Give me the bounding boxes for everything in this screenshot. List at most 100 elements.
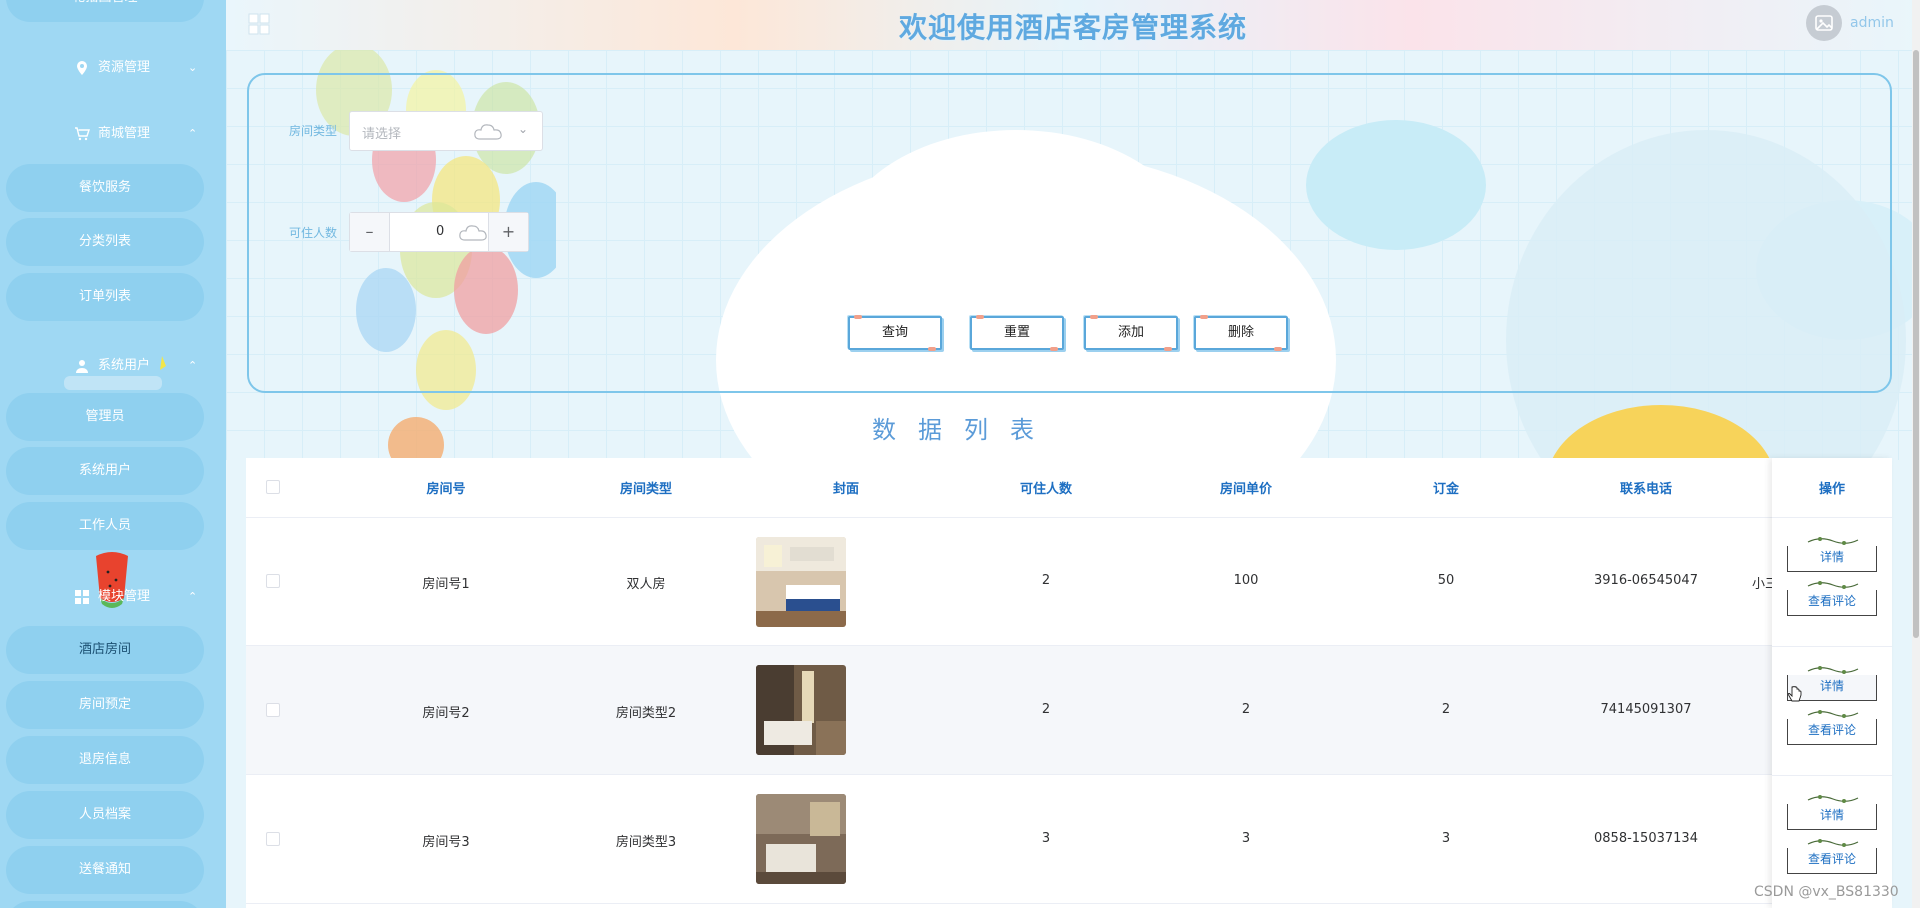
capacity-value[interactable]: 0 bbox=[436, 224, 444, 239]
column-header: 封面 bbox=[832, 482, 859, 497]
page-scrollbar[interactable] bbox=[1912, 0, 1920, 908]
sidebar-item-personnel-files[interactable]: 人员档案 bbox=[6, 791, 204, 839]
capacity-stepper[interactable]: – 0 + bbox=[349, 212, 529, 252]
list-title: 数据列表 bbox=[872, 416, 1056, 444]
sidebar-group-label: 商城管理 bbox=[98, 126, 151, 141]
detail-label: 详情 bbox=[1819, 808, 1844, 822]
cell-price: 2 bbox=[1241, 702, 1251, 717]
chevron-up-icon: ⌃ bbox=[188, 359, 198, 372]
cell-room-type: 房间类型3 bbox=[615, 835, 677, 850]
row-divider bbox=[1772, 646, 1892, 647]
sidebar-group-mall[interactable]: 商城管理 ⌃ bbox=[0, 114, 226, 154]
sidebar-item-order-list[interactable]: 订单列表 bbox=[6, 273, 204, 321]
sidebar-group-module[interactable]: 模块管理 ⌃ bbox=[0, 577, 226, 617]
cell-room-no: 房间号1 bbox=[422, 577, 470, 592]
sidebar-group-label: 资源管理 bbox=[98, 60, 151, 75]
watermark: CSDN @vx_BS81330 bbox=[1754, 884, 1899, 900]
column-header[interactable]: 房间号 bbox=[366, 478, 526, 497]
cell-deposit: 50 bbox=[1437, 573, 1455, 588]
location-pin-icon bbox=[77, 61, 87, 75]
sidebar-item-carousel[interactable]: 轮播图管理 bbox=[6, 0, 204, 22]
view-reviews-button[interactable]: 查看评论 bbox=[1787, 710, 1877, 745]
delete-button[interactable]: 删除 bbox=[1194, 315, 1288, 351]
view-reviews-button[interactable]: 查看评论 bbox=[1787, 581, 1877, 616]
vine-decoration-icon bbox=[1807, 839, 1859, 847]
cell-room-type: 房间类型2 bbox=[615, 706, 677, 721]
sidebar: 轮播图管理 资源管理 ⌄ 商城管理 ⌃ 餐饮服务 分类列表 订单列表 系统用户 … bbox=[0, 0, 226, 908]
sidebar-item-room-booking[interactable]: 房间预定 bbox=[6, 681, 204, 729]
reset-button[interactable]: 重置 bbox=[970, 315, 1064, 351]
cloud-icon bbox=[474, 124, 502, 140]
sidebar-item-admin[interactable]: 管理员 bbox=[6, 393, 204, 441]
chevron-down-icon: ⌄ bbox=[518, 122, 529, 136]
cell-deposit: 2 bbox=[1441, 702, 1451, 717]
select-all-checkbox[interactable] bbox=[266, 480, 280, 494]
increment-button[interactable]: + bbox=[488, 213, 528, 251]
view-reviews-label: 查看评论 bbox=[1807, 723, 1856, 737]
vine-decoration-icon bbox=[1807, 710, 1859, 718]
hand-cursor-icon bbox=[1788, 686, 1802, 702]
sidebar-item-checkout-info[interactable]: 退房信息 bbox=[6, 736, 204, 784]
chevron-down-icon: ⌄ bbox=[188, 61, 198, 74]
capacity-label: 可住人数 bbox=[289, 226, 338, 240]
decrement-button[interactable]: – bbox=[350, 213, 390, 251]
sidebar-item-more[interactable] bbox=[6, 901, 204, 908]
room-photo bbox=[756, 794, 846, 884]
view-reviews-label: 查看评论 bbox=[1807, 594, 1856, 608]
column-header[interactable]: 房间单价 bbox=[1166, 478, 1326, 497]
row-checkbox[interactable] bbox=[266, 832, 280, 846]
view-reviews-button[interactable]: 查看评论 bbox=[1787, 839, 1877, 874]
room-cover-image[interactable] bbox=[756, 665, 846, 755]
operations-column: 操作 详情 查看评论 详情 查看评论 详情 查看评论 bbox=[1772, 458, 1892, 908]
scrollbar-thumb[interactable] bbox=[1913, 50, 1919, 638]
room-photo bbox=[756, 665, 846, 755]
cell-phone: 0858-15037134 bbox=[1594, 831, 1698, 846]
chevron-up-icon: ⌃ bbox=[188, 590, 198, 603]
sidebar-item-staff[interactable]: 工作人员 bbox=[6, 502, 204, 550]
row-checkbox[interactable] bbox=[266, 703, 280, 717]
sidebar-item-delivery-notice[interactable]: 送餐通知 bbox=[6, 846, 204, 894]
cloud-icon bbox=[459, 225, 487, 241]
room-cover-image[interactable] bbox=[756, 537, 846, 627]
sidebar-item-system-user[interactable]: 系统用户 bbox=[6, 447, 204, 495]
avatar[interactable] bbox=[1806, 5, 1842, 41]
room-type-select[interactable]: 请选择 ⌄ bbox=[349, 111, 543, 151]
row-divider bbox=[1772, 775, 1892, 776]
detail-button[interactable]: 详情 bbox=[1787, 537, 1877, 572]
username[interactable]: admin bbox=[1850, 15, 1894, 31]
column-header[interactable]: 房间类型 bbox=[566, 478, 726, 497]
grid-icon bbox=[75, 590, 89, 604]
sidebar-group-resource[interactable]: 资源管理 ⌄ bbox=[0, 48, 226, 88]
sidebar-item-category-list[interactable]: 分类列表 bbox=[6, 218, 204, 266]
column-header[interactable]: 联系电话 bbox=[1566, 478, 1726, 497]
cell-room-no: 房间号3 bbox=[422, 835, 470, 850]
sprout-decoration-icon bbox=[64, 356, 166, 390]
room-cover-image[interactable] bbox=[756, 794, 846, 884]
detail-label: 详情 bbox=[1819, 550, 1844, 564]
query-button[interactable]: 查询 bbox=[848, 315, 942, 351]
add-button[interactable]: 添加 bbox=[1084, 315, 1178, 351]
cell-room-type: 双人房 bbox=[626, 577, 666, 592]
column-header[interactable]: 可住人数 bbox=[966, 478, 1126, 497]
top-header: 欢迎使用酒店客房管理系统 admin bbox=[226, 0, 1920, 50]
vine-decoration-icon bbox=[1807, 795, 1859, 803]
table-row[interactable]: 房间号2 房间类型2 2 2 2 74145091307 bbox=[246, 646, 1892, 775]
cell-price: 3 bbox=[1241, 831, 1251, 846]
table-row[interactable]: 房间号1 双人房 2 100 50 3916-06545047 小三 bbox=[246, 517, 1892, 646]
cart-icon bbox=[75, 127, 90, 141]
row-divider bbox=[1772, 517, 1892, 518]
vine-decoration-icon bbox=[1807, 537, 1859, 545]
cell-deposit: 3 bbox=[1441, 831, 1451, 846]
cell-phone: 74145091307 bbox=[1600, 702, 1692, 717]
cell-capacity: 3 bbox=[1041, 831, 1051, 846]
column-header[interactable]: 订金 bbox=[1366, 478, 1526, 497]
room-type-placeholder: 请选择 bbox=[362, 127, 402, 142]
view-reviews-label: 查看评论 bbox=[1807, 852, 1856, 866]
image-placeholder-icon bbox=[1815, 15, 1833, 31]
sidebar-item-food-service[interactable]: 餐饮服务 bbox=[6, 164, 204, 212]
table-row[interactable]: 房间号3 房间类型3 3 3 3 0858-15037134 bbox=[246, 775, 1892, 904]
row-checkbox[interactable] bbox=[266, 574, 280, 588]
detail-button[interactable]: 详情 bbox=[1787, 795, 1877, 830]
sidebar-item-hotel-room[interactable]: 酒店房间 bbox=[6, 626, 204, 674]
sidebar-group-label: 模块管理 bbox=[98, 589, 151, 604]
